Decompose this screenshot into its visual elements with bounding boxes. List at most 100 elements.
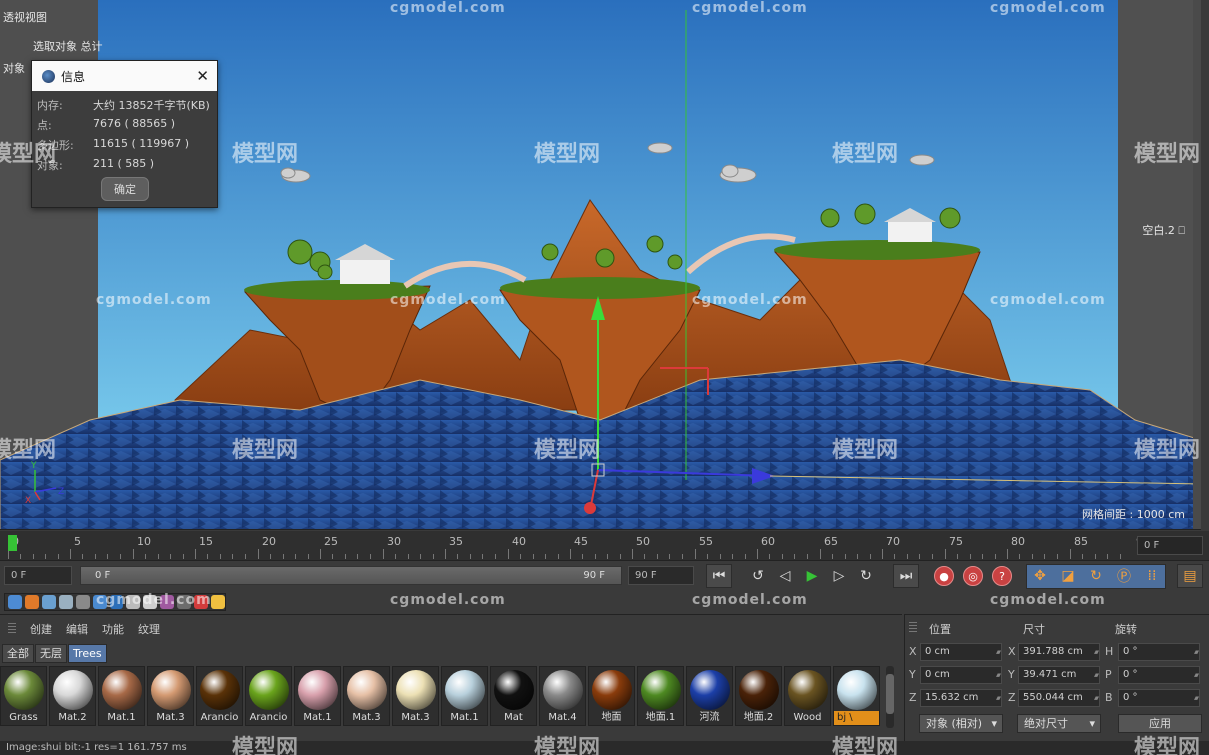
cube-icon[interactable] [58, 595, 73, 609]
start-frame-field[interactable]: 0 F [4, 566, 72, 585]
timeline-tick [207, 554, 208, 559]
coordinate-mode-dropdown[interactable]: 对象 (相对) [919, 714, 1003, 733]
scroll-thumb[interactable] [886, 674, 894, 714]
viewport-scrollbar[interactable] [1193, 0, 1201, 529]
material-swatch[interactable]: bj \ [833, 666, 880, 726]
position-field[interactable]: 0 cm [920, 643, 1002, 661]
prev-key-icon[interactable]: ↺ [745, 564, 771, 588]
material-preview-ball [445, 670, 485, 710]
material-swatch[interactable]: Mat.1 [98, 666, 145, 726]
menu-create[interactable]: 创建 [30, 621, 52, 637]
size-field[interactable]: 391.788 cm [1018, 643, 1100, 661]
timeline-tick [720, 554, 721, 559]
checker-icon[interactable] [177, 595, 192, 609]
go-to-end-icon[interactable]: ⏭ [893, 564, 919, 588]
material-swatch[interactable]: 地面 [588, 666, 635, 726]
size-mode-dropdown[interactable]: 绝对尺寸 [1017, 714, 1101, 733]
go-to-start-icon[interactable]: ⏮ [706, 564, 732, 588]
material-name: Mat [504, 712, 523, 723]
film-icon[interactable]: ▤ [1177, 564, 1203, 588]
keyframe-help-icon[interactable]: ? [989, 564, 1015, 588]
material-preview-ball [347, 670, 387, 710]
position-header: 位置 [929, 623, 951, 636]
material-swatch[interactable]: Mat.3 [147, 666, 194, 726]
size-header: 尺寸 [1023, 623, 1045, 636]
stop-icon[interactable] [194, 595, 209, 609]
material-name: 河流 [699, 712, 720, 723]
material-swatch[interactable]: Mat.3 [392, 666, 439, 726]
timeline-ruler[interactable]: 051015202530354045505560657075808590 [8, 531, 1150, 561]
autokey-icon[interactable]: ◎ [960, 564, 986, 588]
material-swatch[interactable]: Arancio [196, 666, 243, 726]
plane-icon[interactable] [75, 595, 90, 609]
material-swatch[interactable]: Mat.4 [539, 666, 586, 726]
material-preview-ball [200, 670, 240, 710]
next-frame-icon[interactable]: ▷ [826, 564, 852, 588]
menu-texture[interactable]: 纹理 [138, 621, 160, 637]
size-field[interactable]: 550.044 cm [1018, 689, 1100, 707]
timeline[interactable]: 051015202530354045505560657075808590 0 F [0, 531, 1209, 561]
info-dialog-titlebar[interactable]: 信息 ✕ [32, 61, 217, 91]
tab-all[interactable]: 全部 [2, 644, 34, 663]
tab-trees[interactable]: Trees [68, 644, 107, 663]
display-icon[interactable] [8, 595, 22, 609]
ok-button[interactable]: 确定 [101, 177, 149, 201]
material-swatch[interactable]: 地面.1 [637, 666, 684, 726]
material-swatch[interactable]: 河流 [686, 666, 733, 726]
end-frame-field[interactable]: 90 F [628, 566, 694, 585]
sun-icon[interactable] [211, 595, 225, 609]
grip-icon[interactable] [909, 622, 917, 634]
light-icon[interactable] [92, 595, 107, 609]
current-frame-field[interactable]: 0 F [1137, 536, 1203, 555]
menu-edit[interactable]: 编辑 [66, 621, 88, 637]
scene-icon[interactable] [109, 595, 124, 609]
scale-key-icon[interactable]: ◪ [1055, 564, 1081, 588]
material-swatch[interactable]: Mat.2 [49, 666, 96, 726]
preview-range-slider[interactable]: 0 F 90 F [80, 566, 622, 585]
texture-icon[interactable] [126, 595, 141, 609]
rotation-field[interactable]: 0 ° [1118, 689, 1200, 707]
material-swatch[interactable]: Wood [784, 666, 831, 726]
tab-no-layer[interactable]: 无层 [35, 644, 67, 663]
position-field[interactable]: 0 cm [920, 666, 1002, 684]
position-field[interactable]: 15.632 cm [920, 689, 1002, 707]
watermark-site: cgmodel.com [990, 592, 1106, 608]
sphere-icon[interactable] [41, 595, 56, 609]
cinema4d-window: Y X Z 透视视图 选取对象 总计 对象 空白.2 ⎕ 网格间距 : 1000… [0, 0, 1209, 755]
material-scrollbar[interactable] [886, 666, 894, 728]
grip-icon[interactable] [8, 623, 16, 635]
move-key-icon[interactable]: ✥ [1027, 564, 1053, 588]
perspective-viewport[interactable]: Y X Z 透视视图 选取对象 总计 对象 空白.2 ⎕ 网格间距 : 1000… [0, 0, 1201, 530]
timeline-tick [107, 554, 108, 559]
camera-icon: ⎕ [1178, 224, 1185, 237]
material-swatch[interactable]: Mat [490, 666, 537, 726]
point-level-icon[interactable]: ⁞⁞ [1139, 564, 1165, 588]
material-preview-ball [494, 670, 534, 710]
material-swatch[interactable]: Mat.1 [441, 666, 488, 726]
close-icon[interactable]: ✕ [196, 67, 209, 85]
viewport-title[interactable]: 透视视图 [3, 9, 47, 25]
record-icon[interactable]: ● [931, 564, 957, 588]
timeline-tick [732, 554, 733, 559]
rotation-field[interactable]: 0 ° [1118, 666, 1200, 684]
rotation-field[interactable]: 0 ° [1118, 643, 1200, 661]
shader-icon[interactable] [160, 595, 175, 609]
material-swatch[interactable]: Mat.1 [294, 666, 341, 726]
material-swatch[interactable]: Arancio [245, 666, 292, 726]
rotate-key-icon[interactable]: ↻ [1083, 564, 1109, 588]
menu-function[interactable]: 功能 [102, 621, 124, 637]
playhead[interactable] [8, 535, 17, 551]
render-icon[interactable] [24, 595, 39, 609]
material-swatch[interactable]: Grass [0, 666, 47, 726]
play-icon[interactable]: ▶ [799, 564, 825, 588]
prev-frame-icon[interactable]: ◁ [772, 564, 798, 588]
param-key-icon[interactable]: Ⓟ [1111, 564, 1137, 588]
next-key-icon[interactable]: ↻ [853, 564, 879, 588]
options-icon[interactable] [143, 595, 158, 609]
timeline-tick [445, 549, 446, 559]
apply-button[interactable]: 应用 [1118, 714, 1202, 733]
watermark-site: cgmodel.com [692, 592, 808, 608]
material-swatch[interactable]: Mat.3 [343, 666, 390, 726]
material-swatch[interactable]: 地面.2 [735, 666, 782, 726]
size-field[interactable]: 39.471 cm [1018, 666, 1100, 684]
